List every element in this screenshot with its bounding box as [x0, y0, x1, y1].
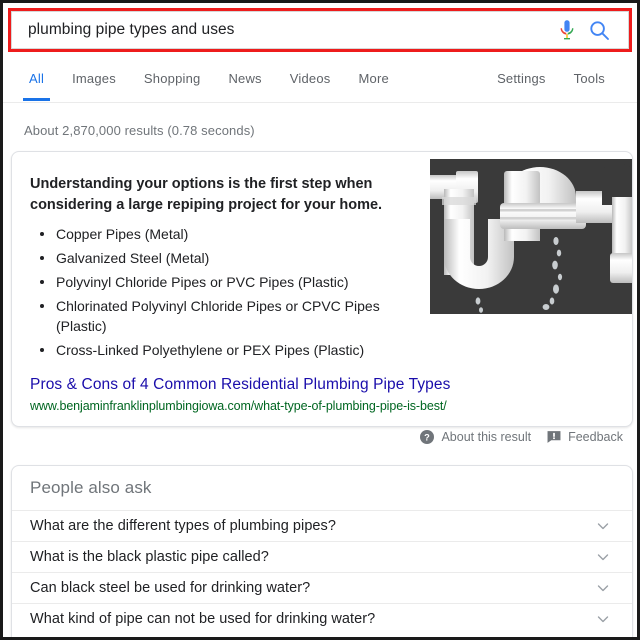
tab-shopping[interactable]: Shopping [130, 57, 215, 101]
chevron-down-icon[interactable] [596, 550, 610, 564]
feedback-flag-icon [547, 431, 561, 443]
search-box[interactable]: plumbing pipe types and uses [11, 11, 629, 49]
microphone-icon[interactable] [552, 17, 582, 43]
chevron-down-icon[interactable] [596, 519, 610, 533]
tab-news[interactable]: News [214, 57, 275, 101]
list-item: Galvanized Steel (Metal) [38, 248, 428, 268]
tab-settings-label: Settings [497, 71, 546, 86]
tab-videos-label: Videos [289, 71, 331, 86]
paa-question-row[interactable]: What are the different types of plumbing… [12, 510, 632, 541]
tab-images[interactable]: Images [58, 57, 130, 101]
tab-news-label: News [228, 71, 262, 86]
paa-question-label: What kind of pipe can not be used for dr… [30, 611, 376, 627]
search-input[interactable]: plumbing pipe types and uses [28, 20, 552, 40]
snippet-bullet-list: Copper Pipes (Metal) Galvanized Steel (M… [38, 224, 428, 364]
help-circle-icon: ? [420, 430, 435, 444]
paa-question-row[interactable]: What kind of pipe can not be used for dr… [12, 603, 632, 634]
list-item: Cross-Linked Polyethylene or PEX Pipes (… [38, 340, 428, 360]
snippet-result-title-link[interactable]: Pros & Cons of 4 Common Residential Plum… [30, 376, 450, 394]
people-also-ask-card: People also ask What are the different t… [11, 465, 633, 637]
chevron-down-icon[interactable] [596, 612, 610, 626]
tab-tools[interactable]: Tools [560, 57, 619, 101]
tab-images-label: Images [72, 71, 116, 86]
nav-tabs-left: All Images Shopping News Videos More [15, 57, 403, 101]
tab-settings[interactable]: Settings [483, 57, 560, 101]
people-also-ask-title: People also ask [30, 478, 152, 497]
feedback-label: Feedback [568, 430, 623, 444]
list-item: Polyvinyl Chloride Pipes or PVC Pipes (P… [38, 272, 428, 292]
about-this-result-label: About this result [441, 430, 532, 444]
svg-text:?: ? [425, 432, 431, 442]
tab-all-label: All [29, 71, 45, 86]
about-this-result-button[interactable]: ? About this result [420, 430, 531, 444]
paa-question-label: What is the black plastic pipe called? [30, 549, 269, 565]
snippet-heading: Understanding your options is the first … [30, 176, 383, 213]
result-meta-row: ? About this result Feedback [420, 430, 623, 444]
tab-more[interactable]: More [344, 57, 402, 101]
feedback-button[interactable]: Feedback [547, 430, 623, 444]
featured-snippet-card: Understanding your options is the first … [11, 151, 633, 427]
tab-videos[interactable]: Videos [276, 57, 345, 101]
browser-viewport: plumbing pipe types and uses All Images … [3, 3, 637, 637]
paa-question-row[interactable]: What is the black plastic pipe called? [12, 541, 632, 572]
snippet-thumbnail-image[interactable] [426, 157, 632, 318]
tab-shopping-label: Shopping [143, 71, 201, 86]
tab-tools-label: Tools [573, 71, 605, 86]
paa-question-row[interactable]: Can black steel be used for drinking wat… [12, 572, 632, 603]
search-nav-tabs: All Images Shopping News Videos More Set… [3, 57, 637, 103]
result-stats: About 2,870,000 results (0.78 seconds) [24, 123, 255, 138]
snippet-result-url: www.benjaminfranklinplumbingiowa.com/wha… [30, 399, 447, 413]
chevron-down-icon[interactable] [596, 581, 610, 595]
list-item: Copper Pipes (Metal) [38, 224, 428, 244]
search-icon[interactable] [582, 17, 616, 43]
tab-more-label: More [358, 71, 389, 86]
paa-question-label: Can black steel be used for drinking wat… [30, 580, 311, 596]
tab-all[interactable]: All [15, 57, 58, 101]
search-box-highlight: plumbing pipe types and uses [8, 8, 632, 52]
paa-question-label: What are the different types of plumbing… [30, 518, 336, 534]
nav-tabs-right: Settings Tools [483, 57, 619, 101]
list-item: Chlorinated Polyvinyl Chloride Pipes or … [38, 296, 428, 336]
